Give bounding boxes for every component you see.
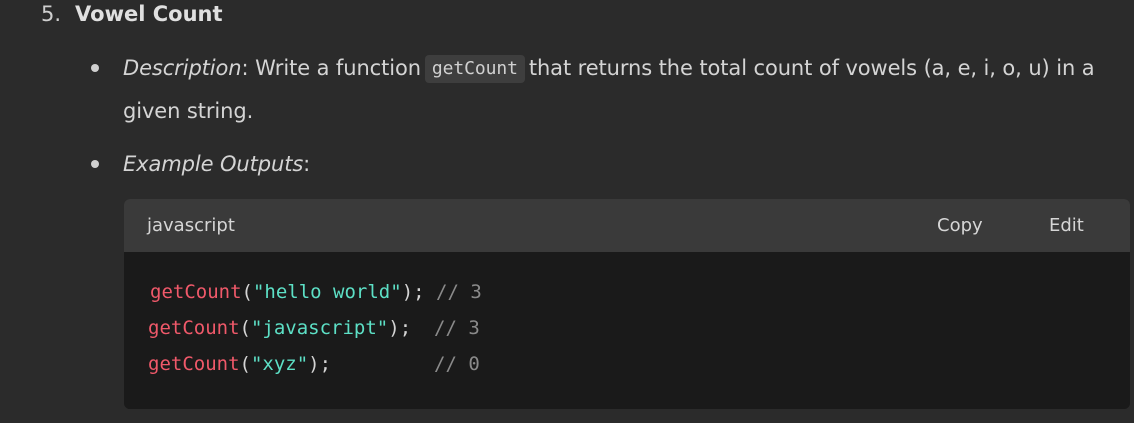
code-punct: ); bbox=[308, 353, 332, 375]
description-label: Description bbox=[123, 56, 242, 80]
examples-sep: : bbox=[303, 152, 311, 176]
description-text-after: that returns the total count of vowels (… bbox=[528, 56, 1095, 80]
description-line-1: Description: Write a function getCount tha… bbox=[123, 53, 1095, 83]
code-comment: // 0 bbox=[434, 353, 480, 375]
code-block-header: javascript Copy Edit bbox=[124, 199, 1130, 252]
code-function: getCount bbox=[148, 317, 240, 339]
code-function: getCount bbox=[150, 281, 242, 303]
code-punct: ( bbox=[239, 353, 251, 375]
description-line-2: given string. bbox=[123, 99, 254, 123]
code-comment: // 3 bbox=[436, 281, 482, 303]
code-gap bbox=[331, 353, 434, 375]
code-gap bbox=[425, 281, 436, 303]
code-punct: ( bbox=[239, 317, 251, 339]
code-line: getCount("xyz"); // 0 bbox=[148, 351, 480, 377]
copy-button[interactable]: Copy bbox=[937, 199, 983, 252]
code-body[interactable]: getCount("hello world"); // 3 getCount("… bbox=[124, 252, 1130, 409]
code-punct: ( bbox=[241, 281, 253, 303]
code-string: "javascript" bbox=[250, 317, 389, 339]
code-block: javascript Copy Edit getCount("hello wor… bbox=[124, 199, 1130, 409]
code-gap bbox=[411, 317, 434, 339]
bullet-examples bbox=[91, 160, 99, 168]
section-number: 5. bbox=[41, 2, 62, 26]
edit-button[interactable]: Edit bbox=[1049, 199, 1084, 252]
examples-label: Example Outputs bbox=[123, 152, 304, 176]
code-string: "hello world" bbox=[252, 281, 402, 303]
description-sep: : bbox=[241, 56, 249, 80]
examples-line: Example Outputs: bbox=[123, 149, 310, 179]
inline-code-getcount: getCount bbox=[424, 55, 525, 83]
description-text-before: Write a function bbox=[248, 56, 421, 80]
section-heading: 5. Vowel Count bbox=[41, 0, 223, 28]
code-line: getCount("hello world"); // 3 bbox=[150, 279, 482, 305]
code-punct: ); bbox=[401, 281, 425, 303]
code-comment: // 3 bbox=[434, 317, 480, 339]
section-title: Vowel Count bbox=[75, 2, 223, 26]
code-function: getCount bbox=[148, 353, 240, 375]
code-punct: ); bbox=[388, 317, 412, 339]
code-line: getCount("javascript"); // 3 bbox=[148, 315, 480, 341]
code-string: "xyz" bbox=[250, 353, 309, 375]
bullet-description bbox=[91, 64, 99, 72]
code-language-label: javascript bbox=[147, 215, 235, 236]
